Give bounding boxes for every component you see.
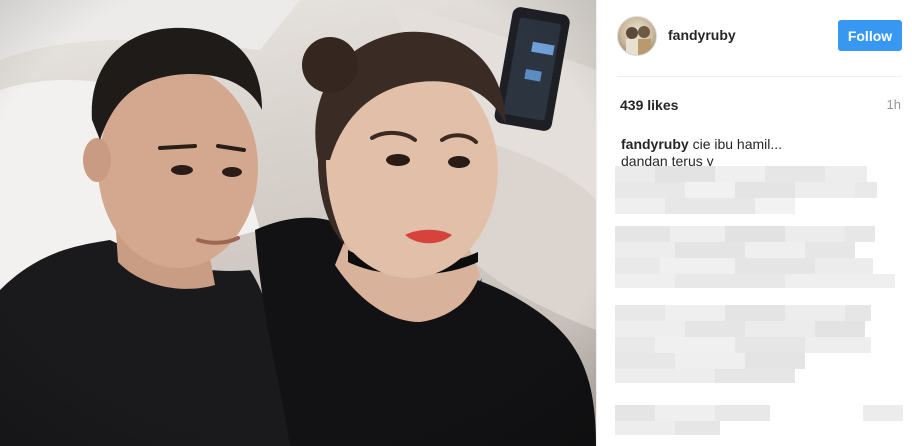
- post-photo[interactable]: [0, 0, 596, 446]
- post-side-panel: fandyruby Follow 439 likes 1h fandyruby …: [596, 0, 912, 446]
- instagram-post: fandyruby Follow 439 likes 1h fandyruby …: [0, 0, 912, 446]
- pixelated-comments: [615, 166, 903, 435]
- pixelated-block-4: [615, 405, 903, 435]
- pixelated-block-1: [615, 166, 877, 214]
- pixelated-block-3: [615, 305, 871, 383]
- selfie-illustration: [0, 0, 596, 446]
- pixelated-block-2: [615, 226, 895, 288]
